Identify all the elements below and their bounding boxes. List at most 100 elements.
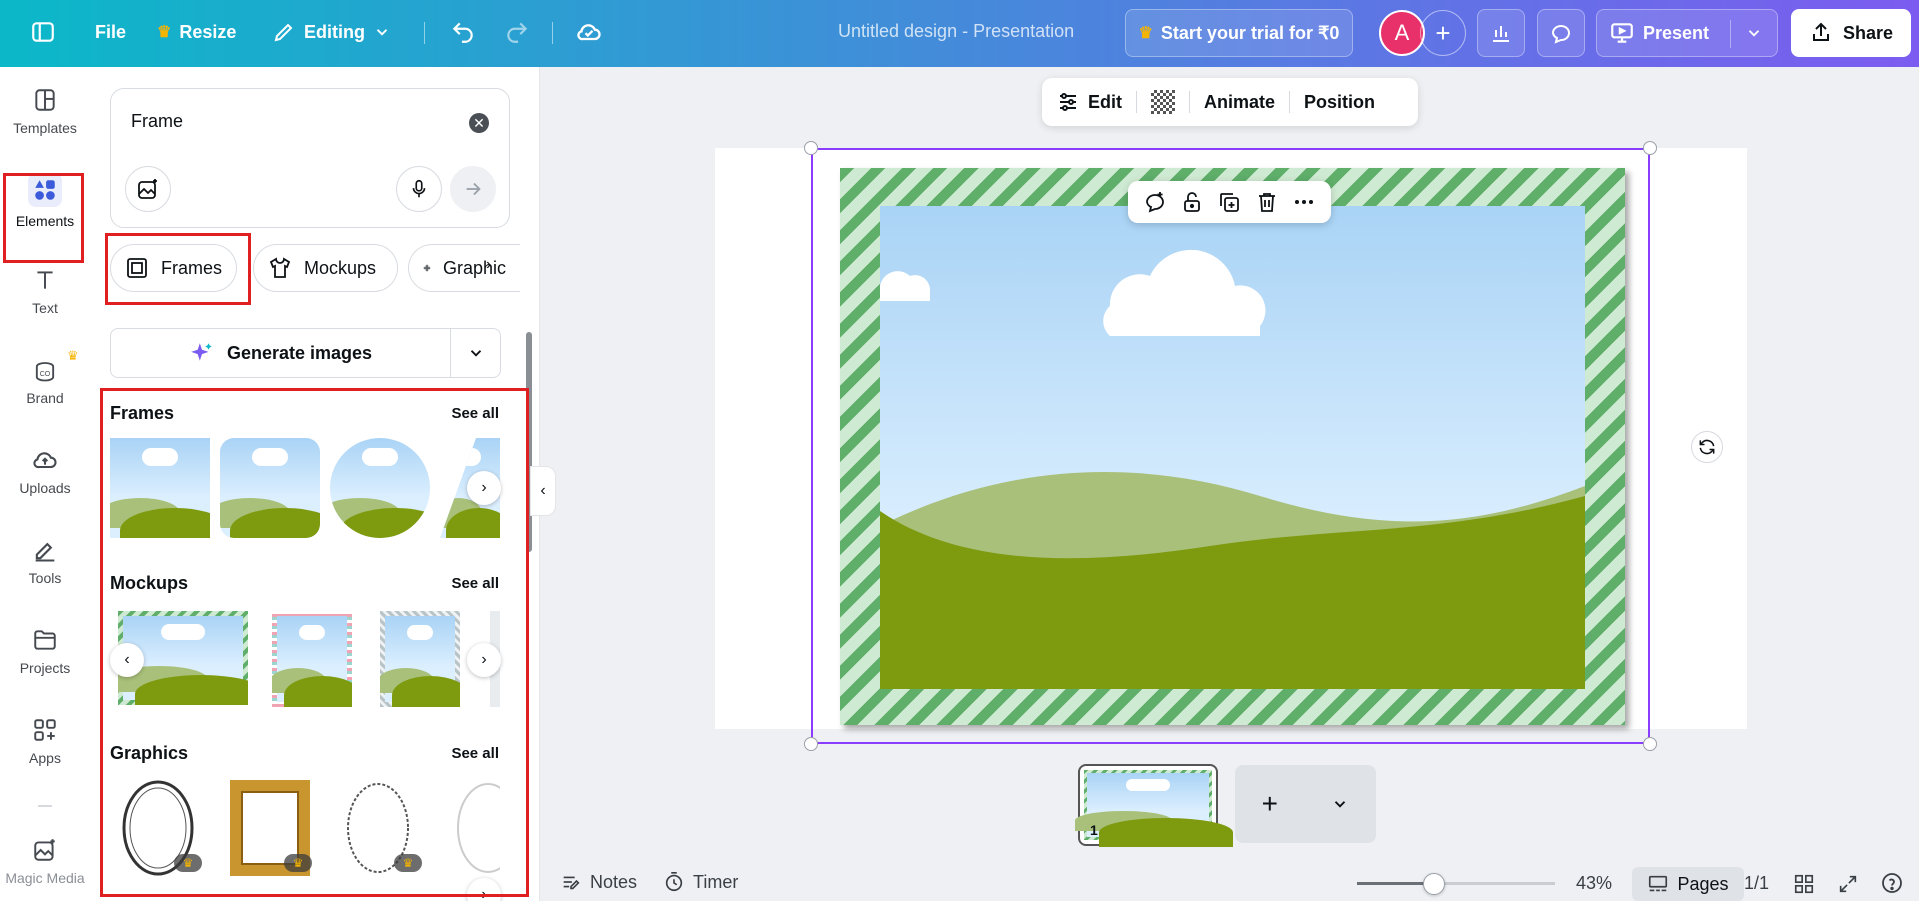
image-search-button[interactable] <box>125 166 171 212</box>
lock-icon[interactable] <box>1180 190 1204 214</box>
help-button[interactable] <box>1880 871 1904 895</box>
graphic-thumbnail[interactable] <box>448 778 500 878</box>
rail-item-apps[interactable]: Apps <box>0 701 90 781</box>
file-menu-button[interactable]: File <box>95 12 126 52</box>
search-box: Frame ✕ <box>110 88 510 228</box>
see-all-mockups-link[interactable]: See all <box>451 575 499 592</box>
text-icon <box>31 266 59 294</box>
next-arrow-button[interactable]: › <box>467 878 501 901</box>
chevron-right-icon[interactable]: › <box>486 256 491 274</box>
mockup-thumbnail[interactable] <box>380 611 460 707</box>
resize-button[interactable]: ♛ Resize <box>157 12 236 52</box>
comments-button[interactable] <box>1537 9 1585 57</box>
see-all-frames-link[interactable]: See all <box>451 405 499 422</box>
start-trial-button[interactable]: ♛ Start your trial for ₹0 <box>1125 9 1353 57</box>
next-arrow-button[interactable]: › <box>467 643 501 677</box>
arrow-right-icon <box>466 182 481 196</box>
frame-thumbnail[interactable] <box>110 438 210 538</box>
generate-options-button[interactable] <box>451 329 500 377</box>
resize-handle[interactable] <box>804 737 818 751</box>
avatar[interactable]: A <box>1379 10 1425 56</box>
page-thumbnail[interactable] <box>1074 764 1234 847</box>
resize-handle[interactable] <box>1643 141 1657 155</box>
editing-mode-button[interactable]: Editing <box>272 12 391 52</box>
pages-button[interactable]: Pages <box>1632 867 1744 901</box>
more-options-icon[interactable] <box>1292 190 1316 214</box>
save-status-button[interactable] <box>575 12 603 52</box>
microphone-icon <box>412 179 426 198</box>
add-comment-icon[interactable] <box>1143 190 1167 214</box>
add-page-button[interactable]: + <box>1235 765 1376 843</box>
chip-label: Frames <box>160 257 222 278</box>
redo-button[interactable] <box>504 12 530 52</box>
resize-handle[interactable] <box>1643 737 1657 751</box>
clear-search-button[interactable]: ✕ <box>469 113 489 133</box>
trash-icon[interactable] <box>1255 190 1279 214</box>
crown-icon: ♛ <box>67 348 79 363</box>
zoom-slider-handle[interactable] <box>1423 873 1445 895</box>
rail-item-text[interactable]: Text <box>0 251 90 331</box>
sidebar-toggle-button[interactable] <box>30 12 56 52</box>
edit-button[interactable]: Edit <box>1042 78 1136 126</box>
undo-icon <box>452 22 473 43</box>
submit-search-button[interactable] <box>450 166 496 212</box>
rail-item-brand[interactable]: CO ♛ Brand <box>0 341 90 421</box>
graphic-thumbnail[interactable]: ♛ <box>118 778 208 878</box>
rail-item-label: Uploads <box>19 480 71 496</box>
zoom-percentage[interactable]: 43% <box>1576 873 1612 894</box>
notes-icon <box>563 876 580 890</box>
graphic-thumbnail[interactable]: ♛ <box>228 778 318 878</box>
grid-view-button[interactable] <box>1793 873 1815 895</box>
chevron-down-icon[interactable] <box>1745 24 1763 42</box>
chip-label: Graphic <box>442 257 506 278</box>
resize-handle[interactable] <box>804 141 818 155</box>
chevron-right-icon: › <box>481 651 487 668</box>
transparency-icon <box>1151 90 1175 114</box>
notes-button[interactable]: Notes <box>560 871 637 893</box>
collapse-panel-button[interactable]: ‹ <box>530 466 556 516</box>
insights-button[interactable] <box>1477 9 1525 57</box>
present-button[interactable]: Present <box>1596 9 1778 57</box>
rail-item-projects[interactable]: Projects <box>0 611 90 691</box>
animate-button[interactable]: Animate <box>1190 78 1289 126</box>
share-icon <box>1812 22 1829 41</box>
document-title[interactable]: Untitled design - Presentation <box>838 21 1074 42</box>
see-all-graphics-link[interactable]: See all <box>451 745 499 762</box>
rail-item-elements[interactable]: Elements <box>0 161 90 241</box>
position-button[interactable]: Position <box>1290 78 1389 126</box>
frame-thumbnail[interactable] <box>220 438 320 538</box>
undo-button[interactable] <box>450 12 476 52</box>
rotate-button[interactable] <box>1691 431 1723 463</box>
divider <box>424 22 425 44</box>
graphic-thumbnail[interactable]: ♛ <box>338 778 428 878</box>
chip-mockups[interactable]: Mockups <box>253 244 398 292</box>
frame-icon <box>127 258 147 278</box>
add-collaborator-button[interactable]: + <box>1420 10 1466 56</box>
chevron-down-icon[interactable] <box>1331 795 1349 813</box>
generate-images-main[interactable]: Generate images <box>111 329 451 377</box>
fullscreen-button[interactable] <box>1837 873 1859 895</box>
next-arrow-button[interactable]: › <box>467 471 501 505</box>
mockup-thumbnail[interactable] <box>272 611 352 707</box>
timer-button[interactable]: Timer <box>663 871 738 893</box>
search-input[interactable]: Frame <box>131 111 183 132</box>
voice-search-button[interactable] <box>396 166 442 212</box>
rail-item-uploads[interactable]: Uploads <box>0 431 90 511</box>
rail-item-templates[interactable]: Templates <box>0 71 90 151</box>
selection-box <box>811 148 1650 744</box>
panel-scrollbar[interactable] <box>526 332 532 552</box>
frame-thumbnail[interactable] <box>330 438 430 538</box>
section-title-frames: Frames <box>110 403 175 423</box>
rail-item-label: Text <box>32 300 58 316</box>
chip-graphics[interactable]: Graphic <box>408 244 520 292</box>
transparency-button[interactable] <box>1137 78 1189 126</box>
chip-frames[interactable]: Frames <box>110 244 237 292</box>
duplicate-icon[interactable] <box>1217 190 1241 214</box>
share-button[interactable]: Share <box>1791 9 1911 57</box>
previous-arrow-button[interactable]: ‹ <box>110 643 144 677</box>
rail-item-magic-media[interactable]: Magic Media <box>0 821 90 901</box>
generate-images-button[interactable]: Generate images <box>110 328 501 378</box>
chevron-down-icon <box>470 350 481 357</box>
chevron-right-icon: › <box>481 479 487 496</box>
rail-item-tools[interactable]: Tools <box>0 521 90 601</box>
